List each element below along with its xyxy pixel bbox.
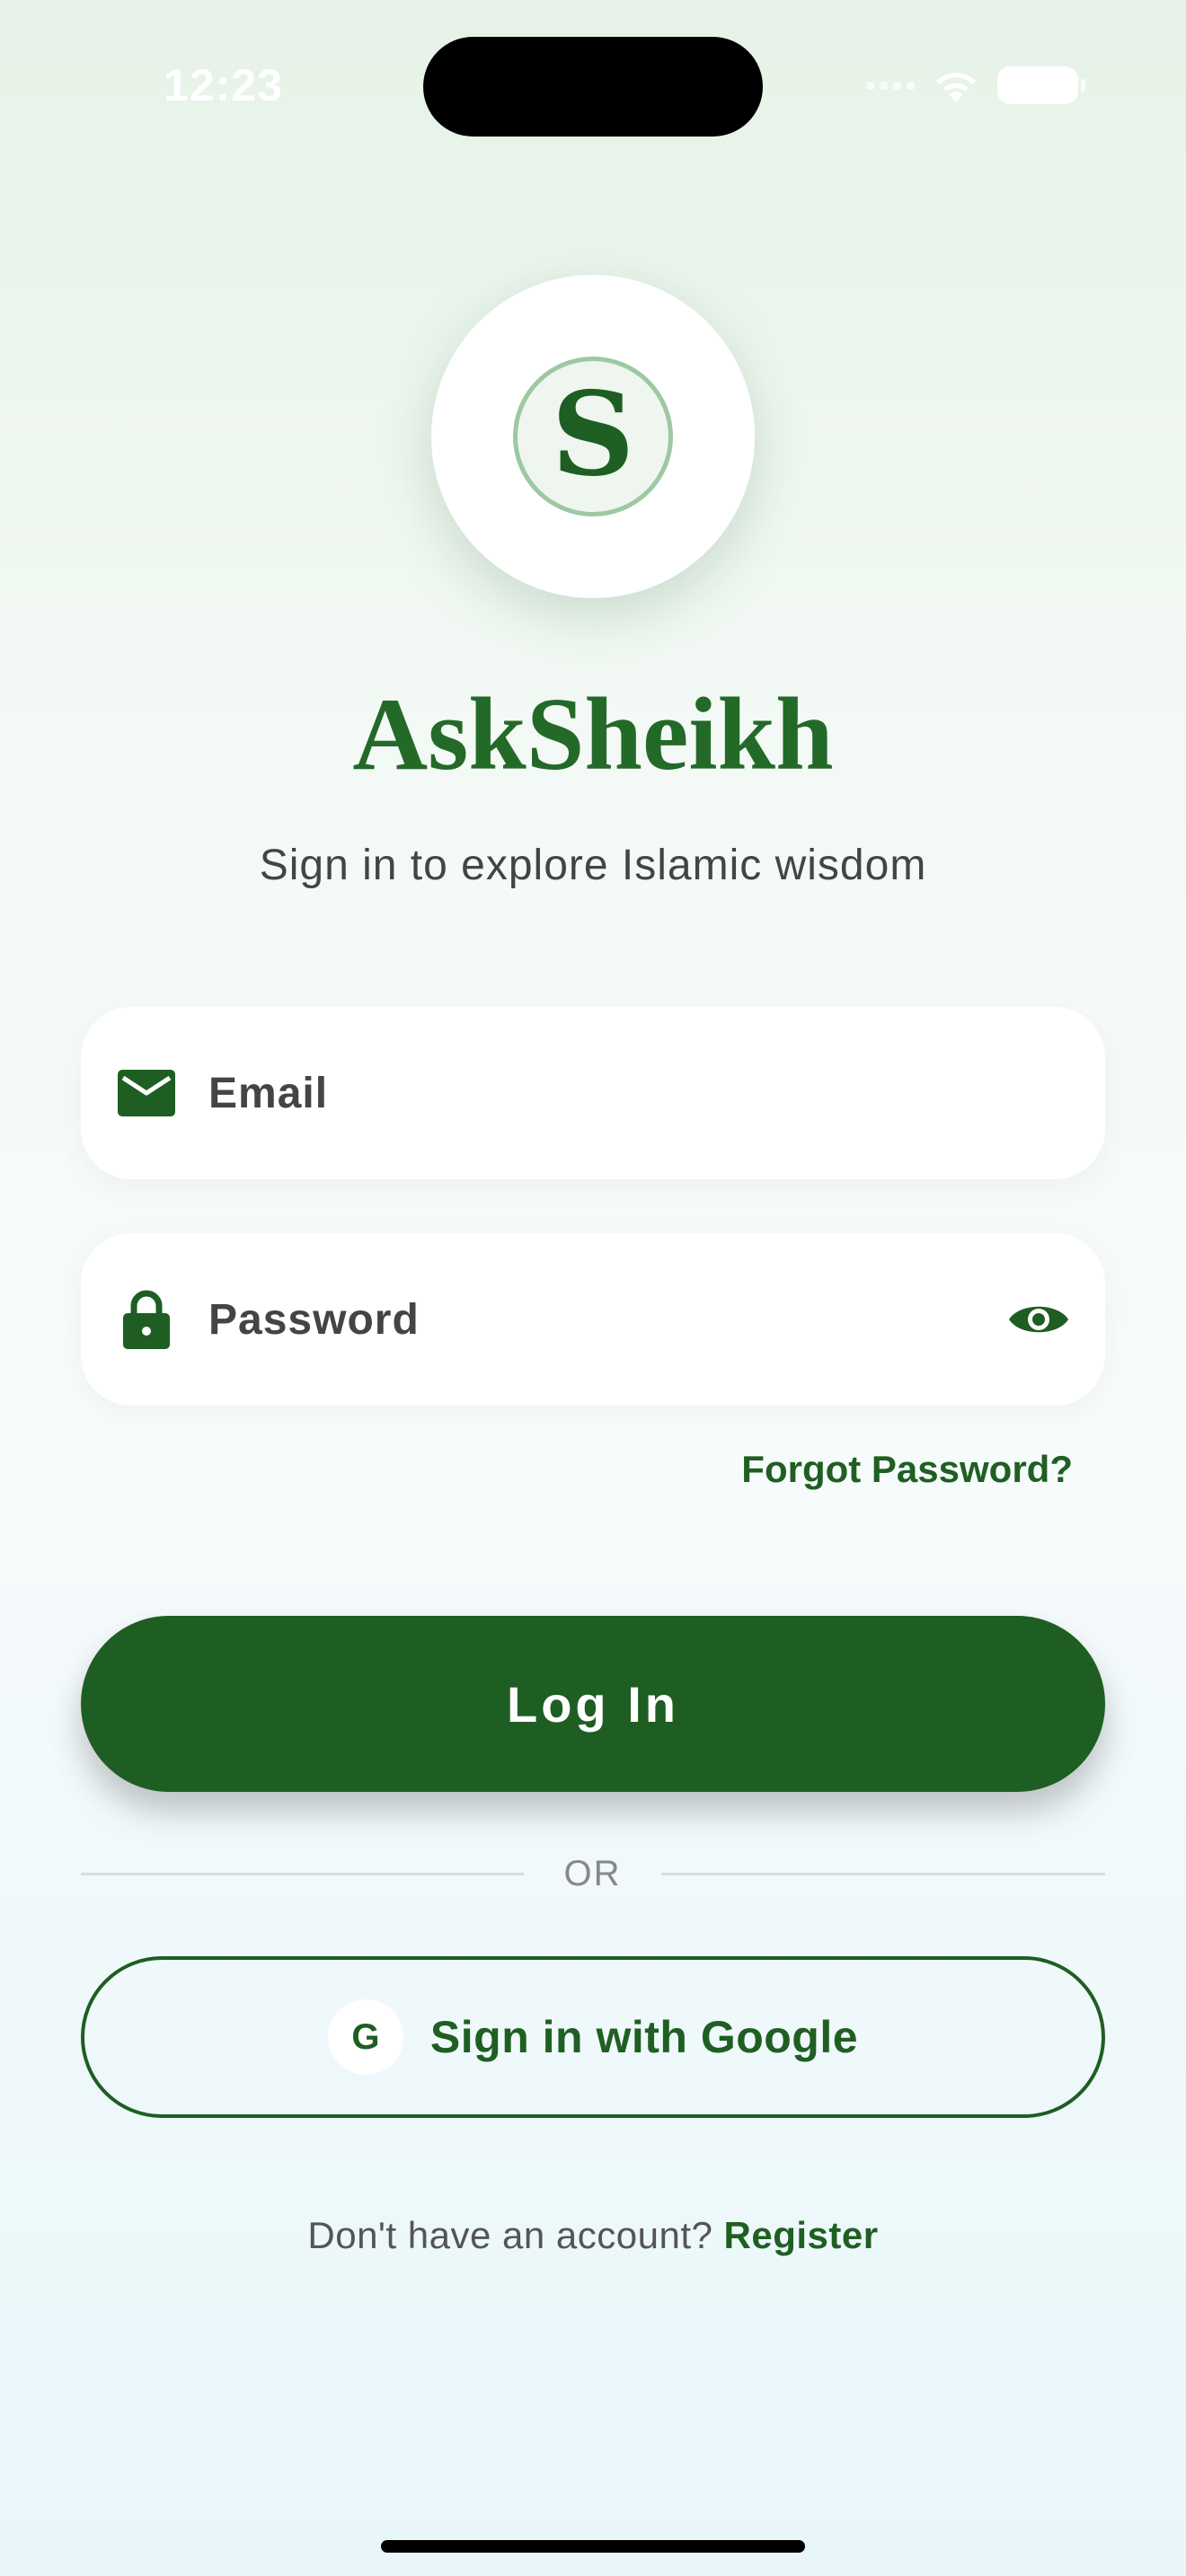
dynamic-island <box>423 37 763 137</box>
eye-icon[interactable] <box>1005 1285 1073 1354</box>
app-title: AskSheikh <box>352 677 834 792</box>
email-field[interactable] <box>81 1007 1105 1179</box>
divider-right <box>661 1873 1105 1875</box>
subtitle: Sign in to explore Islamic wisdom <box>259 842 927 889</box>
google-sign-in-label: Sign in with Google <box>429 2012 859 2062</box>
email-input[interactable] <box>208 1068 1105 1118</box>
google-sign-in-button[interactable]: G Sign in with Google <box>81 1956 1105 2118</box>
logo-letter: S <box>551 367 635 502</box>
or-label: OR <box>563 1854 622 1893</box>
signal-icon <box>866 81 915 90</box>
mail-icon <box>115 1062 178 1125</box>
lock-icon <box>115 1288 178 1351</box>
status-icons <box>866 66 1085 104</box>
forgot-password-link[interactable]: Forgot Password? <box>741 1448 1073 1491</box>
logo-ring: S <box>513 357 673 516</box>
battery-icon <box>997 66 1085 104</box>
register-link[interactable]: Register <box>724 2214 879 2256</box>
register-row: Don't have an account? Register <box>0 2214 1186 2257</box>
status-time: 12:23 <box>164 60 283 110</box>
google-icon: G <box>327 1999 403 2075</box>
home-indicator[interactable] <box>381 2540 805 2553</box>
password-field[interactable] <box>81 1233 1105 1406</box>
app-logo: S <box>431 275 755 598</box>
password-input[interactable] <box>208 1294 1005 1345</box>
divider-left <box>81 1873 524 1875</box>
register-prompt: Don't have an account? <box>307 2214 713 2256</box>
wifi-icon <box>936 72 976 102</box>
login-button[interactable]: Log In <box>81 1616 1105 1792</box>
